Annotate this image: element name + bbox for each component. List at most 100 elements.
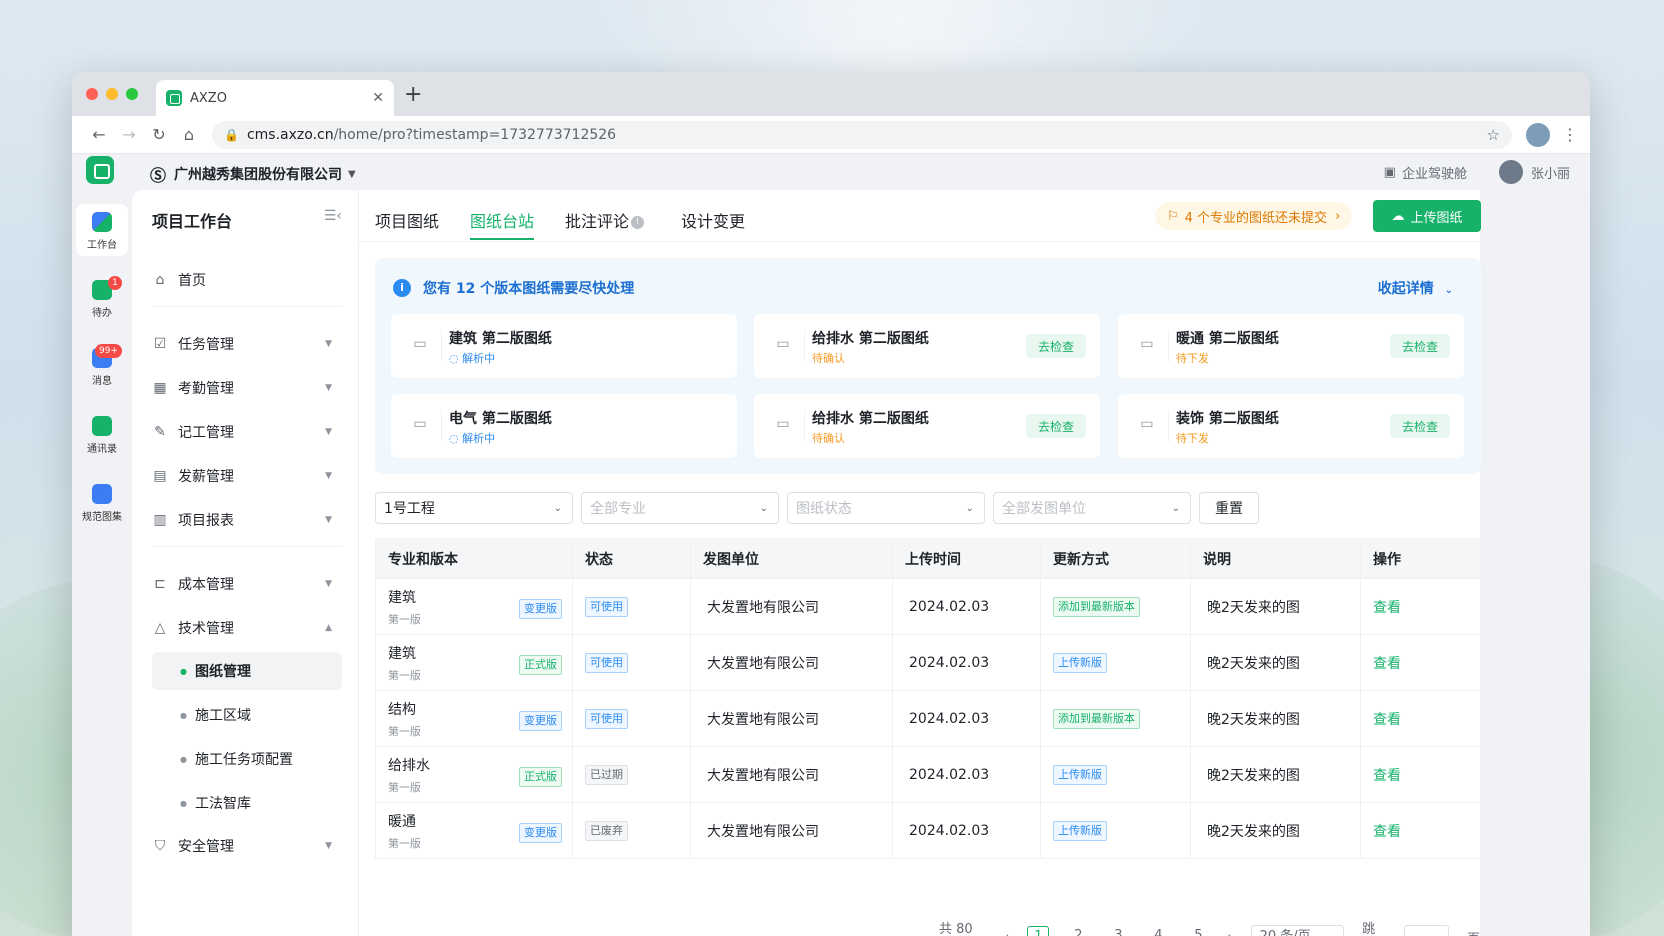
forward-icon[interactable]: → bbox=[114, 125, 144, 144]
page-5[interactable]: 5 bbox=[1187, 926, 1209, 936]
chevron-down-icon: ▼ bbox=[325, 383, 332, 393]
close-window-button[interactable] bbox=[86, 88, 98, 100]
cell-note: 晚2天发来的图 bbox=[1190, 802, 1361, 859]
collapse-menu-icon[interactable]: ☰‹ bbox=[324, 208, 342, 224]
specialty-select[interactable]: 全部专业 ⌄ bbox=[581, 492, 779, 524]
card-name: 给排水 第二版图纸 bbox=[812, 331, 929, 347]
cell-op: 查看 bbox=[1360, 802, 1481, 859]
page-1[interactable]: 1 bbox=[1027, 926, 1050, 936]
sidenav: 项目工作台 ☰‹ ⌂ 首页 ☑ 任务管理 ▼ ▦ 考勤管理 ▼ ✎ 记工管理 ▼ bbox=[132, 190, 358, 936]
sidenav-item-worklog[interactable]: ✎ 记工管理 ▼ bbox=[152, 412, 342, 452]
view-link[interactable]: 查看 bbox=[1373, 600, 1401, 616]
check-button[interactable]: 去检查 bbox=[1025, 334, 1086, 358]
minimize-window-button[interactable] bbox=[106, 88, 118, 100]
sidenav-sub-drawings[interactable]: ● 图纸管理 bbox=[152, 652, 342, 690]
back-icon[interactable]: ← bbox=[84, 125, 114, 144]
unit-select[interactable]: 全部发图单位 ⌄ bbox=[993, 492, 1191, 524]
sidenav-sub-task-config[interactable]: ● 施工任务项配置 bbox=[152, 740, 342, 778]
sidenav-item-home[interactable]: ⌂ 首页 bbox=[152, 260, 342, 300]
leftbar-item-contacts[interactable]: 通讯录 bbox=[76, 408, 128, 460]
tab-design-change[interactable]: 设计变更 bbox=[681, 208, 745, 232]
status-select[interactable]: 图纸状态 ⌄ bbox=[787, 492, 985, 524]
sidenav-item-attendance[interactable]: ▦ 考勤管理 ▼ bbox=[152, 368, 342, 408]
tab-drawing-station[interactable]: 图纸台站 bbox=[470, 208, 535, 240]
project-select[interactable]: 1号工程 ⌄ bbox=[375, 492, 573, 524]
prev-page-icon[interactable]: ‹ bbox=[1004, 930, 1009, 936]
sidenav-item-tech[interactable]: △ 技术管理 ▲ bbox=[152, 608, 342, 648]
leftbar-item-standards[interactable]: 规范图集 bbox=[76, 476, 128, 528]
view-link[interactable]: 查看 bbox=[1373, 824, 1401, 840]
card-name: 装饰 第二版图纸 bbox=[1176, 411, 1279, 427]
browser-tab[interactable]: AXZO ✕ bbox=[156, 80, 394, 116]
bookmark-star-icon[interactable]: ☆ bbox=[1487, 126, 1500, 144]
check-button[interactable]: 去检查 bbox=[1389, 334, 1450, 358]
folder-icon: ▭ bbox=[1140, 416, 1154, 432]
company-switcher[interactable]: Ⓢ 广州越秀集团股份有限公司 ▼ bbox=[150, 162, 356, 186]
sidenav-label: 首页 bbox=[178, 273, 206, 289]
next-page-icon[interactable]: › bbox=[1227, 930, 1232, 936]
status-select-placeholder: 图纸状态 bbox=[796, 501, 852, 517]
sidenav-sub-methods[interactable]: ● 工法智库 bbox=[152, 784, 342, 822]
page-size-select[interactable]: 20 条/页 bbox=[1250, 925, 1345, 936]
leftbar-label: 待办 bbox=[92, 308, 112, 319]
card-name: 建筑 第二版图纸 bbox=[449, 331, 552, 347]
sidenav-item-cost[interactable]: ⊏ 成本管理 ▼ bbox=[152, 564, 342, 604]
page-4[interactable]: 4 bbox=[1147, 926, 1169, 936]
check-button[interactable]: 去检查 bbox=[1389, 414, 1450, 438]
tab-close-icon[interactable]: ✕ bbox=[372, 90, 384, 106]
tech-triangle-icon: △ bbox=[154, 620, 166, 636]
sidenav-item-tasks[interactable]: ☑ 任务管理 ▼ bbox=[152, 324, 342, 364]
contacts-icon bbox=[92, 416, 112, 436]
upload-drawing-label: 上传图纸 bbox=[1410, 210, 1463, 226]
card-status-text: 解析中 bbox=[462, 432, 496, 445]
reset-button[interactable]: 重置 bbox=[1199, 492, 1259, 524]
view-link[interactable]: 查看 bbox=[1373, 712, 1401, 728]
user-avatar[interactable] bbox=[1498, 160, 1523, 184]
cockpit-link[interactable]: 企业驾驶舱 bbox=[1402, 163, 1467, 182]
tab-project-drawings[interactable]: 项目图纸 bbox=[375, 208, 439, 232]
pending-warning[interactable]: ⚐ 4 个专业的图纸还未提交 › bbox=[1155, 202, 1353, 230]
grid-apps-icon bbox=[92, 212, 112, 232]
sidenav-item-safety[interactable]: ⛉ 安全管理 ▼ bbox=[152, 826, 342, 866]
profile-avatar[interactable] bbox=[1526, 122, 1550, 147]
wallet-icon: ▤ bbox=[153, 468, 167, 484]
view-link[interactable]: 查看 bbox=[1373, 768, 1401, 784]
main-panel: 项目图纸 图纸台站 批注评论! 设计变更 ⚐ 4 个专业的图纸还未提交 › ☁ … bbox=[358, 190, 1481, 936]
leftbar-item-workbench[interactable]: 工作台 bbox=[76, 204, 128, 256]
tab-annotations[interactable]: 批注评论! bbox=[565, 208, 645, 232]
reload-icon[interactable]: ↻ bbox=[144, 125, 174, 144]
cell-note: 晚2天发来的图 bbox=[1190, 634, 1361, 691]
url-field[interactable]: 🔒 cms.axzo.cn/home/pro?timestamp=1732773… bbox=[212, 120, 1512, 149]
leftbar-item-messages[interactable]: 99+ 消息 bbox=[76, 340, 128, 392]
sidenav-sub-label: 施工任务项配置 bbox=[194, 752, 293, 768]
user-name[interactable]: 张小丽 bbox=[1531, 163, 1570, 182]
sidenav-sub-areas[interactable]: ● 施工区域 bbox=[152, 696, 342, 734]
upload-drawing-button[interactable]: ☁ 上传图纸 bbox=[1373, 200, 1481, 232]
jump-input[interactable] bbox=[1404, 925, 1449, 936]
collapse-details-link[interactable]: 收起详情 ⌄ bbox=[1378, 278, 1453, 298]
maximize-window-button[interactable] bbox=[126, 88, 138, 100]
state-tag: 可使用 bbox=[585, 596, 628, 617]
new-tab-button[interactable]: + bbox=[404, 82, 422, 107]
chevron-down-icon: ▼ bbox=[325, 579, 332, 589]
check-button[interactable]: 去检查 bbox=[1025, 414, 1086, 438]
cell-state: 可使用 bbox=[572, 578, 691, 635]
state-tag: 可使用 bbox=[585, 708, 628, 729]
table-header-row: 专业和版本 状态 发图单位 上传时间 更新方式 说明 操作 bbox=[375, 538, 1481, 579]
browser-menu-icon[interactable]: ⋮ bbox=[1562, 125, 1578, 144]
app-logo[interactable] bbox=[86, 156, 114, 184]
sidenav-item-reports[interactable]: ▥ 项目报表 ▼ bbox=[152, 500, 342, 540]
page-2[interactable]: 2 bbox=[1067, 926, 1089, 936]
card-status-text: 解析中 bbox=[462, 352, 496, 365]
home-icon[interactable]: ⌂ bbox=[174, 125, 204, 144]
view-link[interactable]: 查看 bbox=[1373, 656, 1401, 672]
sidenav-item-payroll[interactable]: ▤ 发薪管理 ▼ bbox=[152, 456, 342, 496]
table-row: 建筑 第一版 变更版 可使用 大发置地有限公司 2024.02.03 添加到最新版本 晚2天发… bbox=[375, 578, 1481, 635]
page-3[interactable]: 3 bbox=[1107, 926, 1129, 936]
browser-tabbar: AXZO ✕ + bbox=[72, 72, 1590, 116]
cost-icon: ⊏ bbox=[154, 576, 166, 592]
drawing-card: ▭ 建筑 第二版图纸 ◌ 解析中 bbox=[391, 314, 737, 378]
card-status-text: 待确认 bbox=[812, 352, 845, 365]
folder-icon: ▭ bbox=[413, 416, 427, 432]
leftbar-item-todo[interactable]: 1 待办 bbox=[76, 272, 128, 324]
